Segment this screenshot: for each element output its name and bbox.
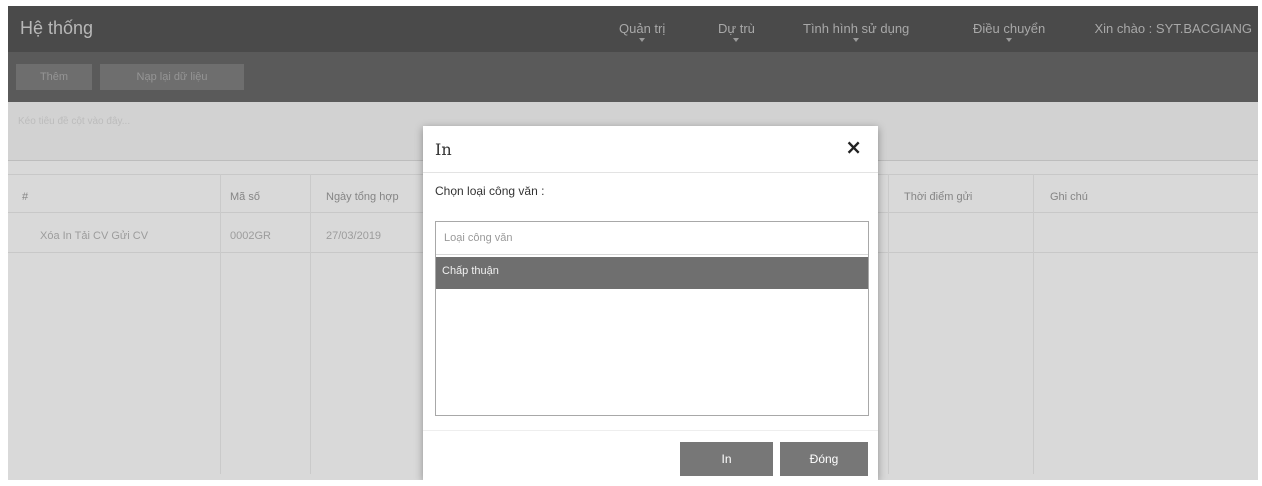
brand-title[interactable]: Hệ thống [20, 18, 93, 39]
group-by-hint: Kéo tiêu đề cột vào đây... [18, 116, 131, 127]
row-action-links[interactable]: Xóa In Tải CV Gửi CV [40, 230, 148, 242]
chevron-down-icon [733, 38, 740, 42]
nav-du-tru-label: Dự trù [718, 21, 755, 36]
chevron-down-icon [1006, 38, 1013, 42]
nav-tinh-hinh-su-dung[interactable]: Tình hình sử dụng [803, 21, 910, 42]
nav-tinh-hinh-su-dung-label: Tình hình sử dụng [803, 21, 910, 36]
document-type-search-input[interactable] [436, 222, 868, 255]
close-icon[interactable]: × [845, 136, 862, 158]
document-type-listbox: Chấp thuận [435, 221, 869, 416]
column-separator [310, 174, 311, 474]
toolbar: Thêm Nạp lại dữ liệu [8, 52, 1258, 102]
reload-data-button[interactable]: Nạp lại dữ liệu [100, 64, 244, 90]
top-navbar: Hệ thống Quản trị Dự trù Tình hình sử dụ… [8, 6, 1258, 52]
print-dialog: In × Chọn loại công văn : Chấp thuận In … [423, 126, 878, 480]
user-greeting[interactable]: Xin chào : SYT.BACGIANG [1094, 21, 1252, 36]
dialog-title: In [435, 140, 452, 159]
print-button[interactable]: In [680, 442, 773, 476]
row-ngay-tong-hop: 27/03/2019 [326, 230, 382, 242]
chevron-down-icon [853, 38, 860, 42]
column-header-thoi-diem-gui[interactable]: Thời điểm gửi [904, 191, 972, 203]
nav-dieu-chuyen-label: Điều chuyển [973, 21, 1046, 36]
column-separator [1033, 174, 1034, 474]
nav-du-tru[interactable]: Dự trù [718, 21, 755, 42]
column-header-index[interactable]: # [22, 191, 28, 203]
column-header-ngay-tong-hop[interactable]: Ngày tổng hợp [326, 191, 399, 203]
document-type-label: Chọn loại công văn : [435, 184, 545, 198]
nav-dieu-chuyen[interactable]: Điều chuyển [973, 21, 1046, 42]
app-window: Hệ thống Quản trị Dự trù Tình hình sử dụ… [8, 6, 1258, 480]
column-separator [888, 174, 889, 474]
nav-quan-tri[interactable]: Quản trị [619, 21, 666, 42]
add-button[interactable]: Thêm [16, 64, 92, 90]
close-button[interactable]: Đóng [780, 442, 868, 476]
dialog-footer: In Đóng [423, 430, 878, 480]
row-ma-so: 0002GR [230, 230, 271, 242]
list-item[interactable]: Chấp thuận [436, 257, 868, 289]
column-separator [220, 174, 221, 474]
dialog-header: In × [423, 126, 878, 173]
nav-quan-tri-label: Quản trị [619, 21, 666, 36]
chevron-down-icon [639, 38, 646, 42]
column-header-ma-so[interactable]: Mã số [230, 191, 260, 203]
column-header-ghi-chu[interactable]: Ghi chú [1050, 191, 1088, 203]
